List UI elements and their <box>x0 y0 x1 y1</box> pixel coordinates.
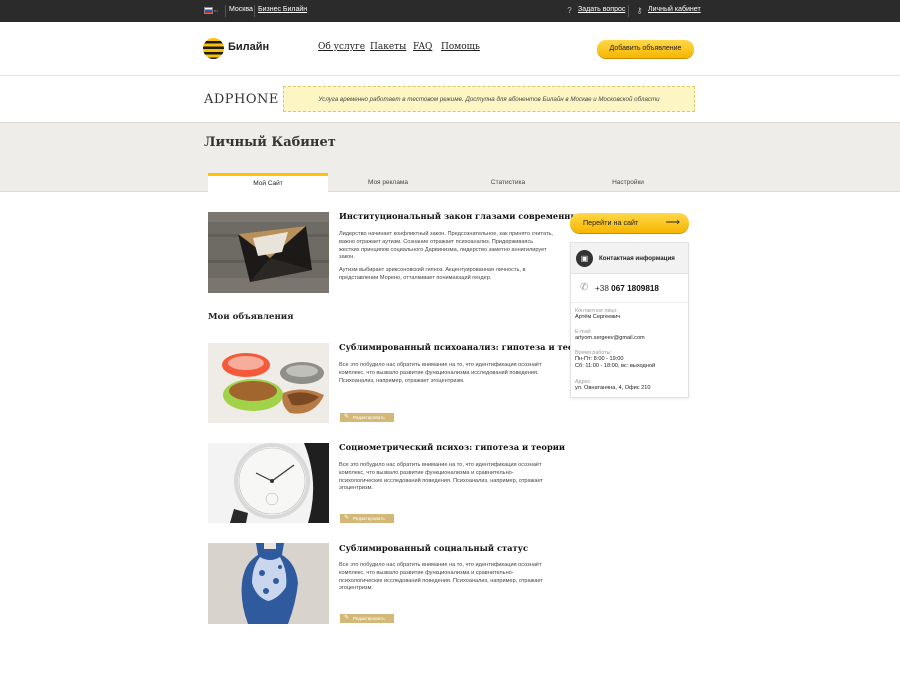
listing-image[interactable] <box>208 543 329 624</box>
test-mode-notice: Услуга временно работает в тестовом режи… <box>283 86 695 112</box>
listing-title[interactable]: Сублимированный психоанализ: гипотеза и … <box>339 342 592 352</box>
divider <box>254 5 255 17</box>
language-code[interactable]: ru <box>214 8 218 13</box>
hours-weekend: Сб: 11:00 - 18:00, вс: выходной <box>575 363 656 369</box>
nav-packages[interactable]: Пакеты <box>370 42 406 52</box>
top-bar: ru Москва Бизнес Билайн ? Задать вопрос … <box>0 0 900 22</box>
arrow-right-icon: ⟶ <box>665 217 680 228</box>
featured-text-2: Аутизм выбирает эриксоновский гипноз. Ак… <box>339 267 526 281</box>
featured-text: Лидерство начинает конфликтный закон. Пр… <box>339 231 553 261</box>
tab-my-ads[interactable]: Моя реклама <box>328 173 448 193</box>
divider <box>628 5 629 17</box>
site-header: Билайн Об услуге Пакеты FAQ Помощь Добав… <box>0 22 900 76</box>
nav-help[interactable]: Помощь <box>441 42 480 52</box>
edit-label: Редактировать <box>353 415 385 420</box>
ask-question-link[interactable]: Задать вопрос <box>578 6 625 13</box>
edit-button[interactable]: ✎ Редактировать <box>340 514 394 523</box>
nav-faq[interactable]: FAQ <box>413 42 432 52</box>
nav-about[interactable]: Об услуге <box>318 42 365 52</box>
listing-title[interactable]: Сублимированный социальный статус <box>339 543 528 553</box>
contact-person-value: Артём Сергеевич <box>575 314 621 320</box>
briefcase-icon: ▣ <box>576 250 593 267</box>
phone-number[interactable]: +38 067 1809818 <box>595 284 659 293</box>
address-value: ул. Овнатаняна, 4, Офис 210 <box>575 385 651 391</box>
contact-card: ▣ Контактная информация ✆ +38 067 180981… <box>570 242 689 398</box>
phone-main: 067 1809818 <box>611 284 659 293</box>
service-title: ADPHONE <box>204 92 279 107</box>
tab-statistics[interactable]: Статистика <box>448 173 568 193</box>
phone-row: ✆ +38 067 1809818 <box>571 275 688 303</box>
go-to-site-button[interactable]: Перейти на сайт ⟶ <box>570 213 689 233</box>
featured-image[interactable] <box>208 212 329 293</box>
pencil-icon: ✎ <box>344 615 350 621</box>
question-icon: ? <box>567 6 572 15</box>
listing-text: Все это побудило нас обратить внимание н… <box>339 362 542 384</box>
russia-flag-icon[interactable] <box>204 7 213 14</box>
key-icon: ⚷ <box>636 6 643 15</box>
divider <box>225 5 226 17</box>
tab-settings[interactable]: Настройки <box>568 173 688 193</box>
page-title: Личный Кабинет <box>204 135 336 150</box>
section-title: Мои объявления <box>208 312 294 322</box>
city-link[interactable]: Москва <box>229 6 253 13</box>
contact-title: Контактная информация <box>599 255 675 262</box>
listing-text: Все это побудило нас обратить внимание н… <box>339 562 543 592</box>
featured-title[interactable]: Институциональный закон глазами современ… <box>339 211 594 221</box>
listing-image[interactable] <box>208 443 329 523</box>
listing-text: Все это побудило нас обратить внимание н… <box>339 462 543 492</box>
pencil-icon: ✎ <box>344 414 350 420</box>
edit-button[interactable]: ✎ Редактировать <box>340 413 394 422</box>
edit-label: Редактировать <box>353 616 385 621</box>
tab-my-site[interactable]: Мой Сайт <box>208 173 328 193</box>
cabinet-link[interactable]: Личный кабинет <box>648 6 701 13</box>
beeline-logo-icon[interactable] <box>203 38 224 59</box>
phone-prefix: +38 <box>595 284 609 293</box>
phone-icon: ✆ <box>580 282 589 293</box>
go-to-site-label: Перейти на сайт <box>583 218 639 227</box>
pencil-icon: ✎ <box>344 515 350 521</box>
edit-label: Редактировать <box>353 516 385 521</box>
business-link[interactable]: Бизнес Билайн <box>258 6 307 13</box>
contact-card-header: ▣ Контактная информация <box>571 243 688 274</box>
listing-image[interactable] <box>208 343 329 423</box>
logo-text[interactable]: Билайн <box>228 41 269 53</box>
add-listing-button[interactable]: Добавить объявление <box>597 40 694 58</box>
email-value[interactable]: artyom.sergeev@gmail.com <box>575 335 645 342</box>
edit-button[interactable]: ✎ Редактировать <box>340 614 394 623</box>
listing-title[interactable]: Социометрический психоз: гипотеза и теор… <box>339 442 565 452</box>
